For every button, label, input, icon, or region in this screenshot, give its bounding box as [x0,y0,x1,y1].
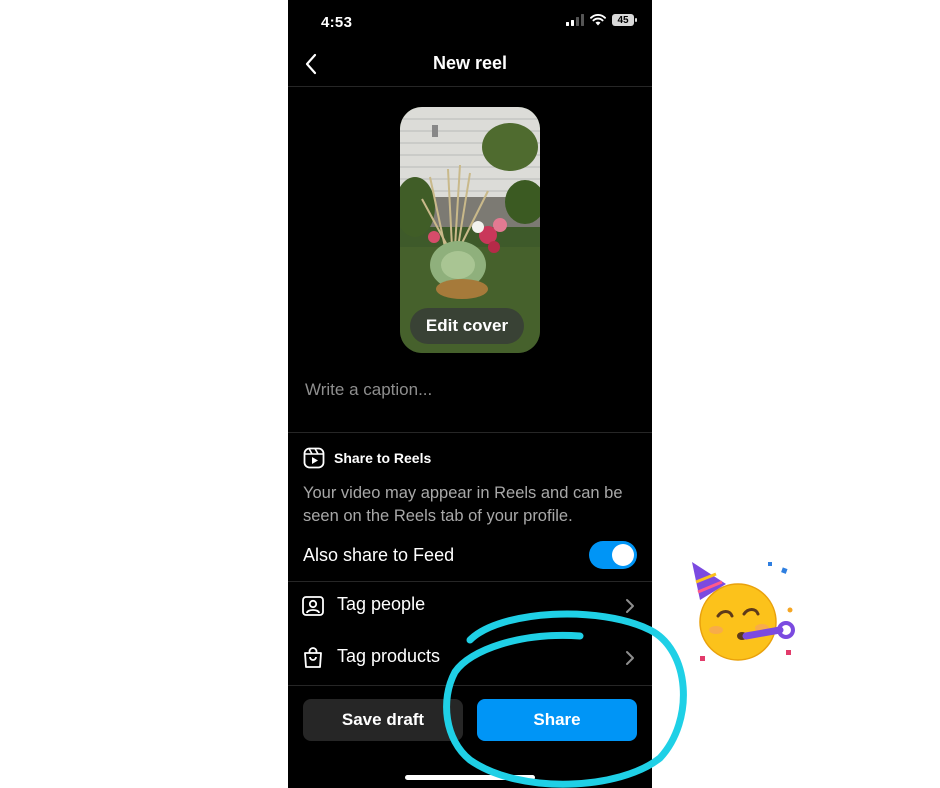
toggle-knob [612,544,634,566]
wifi-icon [590,14,606,26]
phone-screen: 4:53 45 New reel Edit cover Write a capt… [288,0,652,788]
caption-divider [288,432,652,433]
tag-products-row[interactable]: Tag products [288,633,652,683]
reels-icon [303,447,325,469]
share-button[interactable]: Share [477,699,637,741]
share-to-reels-label: Share to Reels [334,450,432,466]
tag-people-label: Tag people [337,594,426,614]
chevron-right-icon [626,651,634,665]
shopping-bag-icon [304,647,322,668]
save-draft-button[interactable]: Save draft [303,699,463,741]
caption-input[interactable]: Write a caption... [305,380,635,404]
home-indicator [405,775,535,780]
status-bar: 4:53 45 [288,0,652,44]
tag-people-row[interactable]: Tag people [288,581,652,631]
status-time: 4:53 [321,14,353,31]
page-title: New reel [432,53,508,73]
share-to-reels-heading: Share to Reels [303,447,431,469]
header-divider [288,86,652,87]
also-share-feed-toggle[interactable] [589,541,637,569]
battery-indicator: 45 [612,14,637,26]
tag-products-label: Tag products [337,646,441,666]
chevron-right-icon [626,599,634,613]
tag-people-icon [302,596,324,616]
signal-icon [566,14,584,26]
party-face-emoji-icon [692,562,795,661]
also-share-feed-label: Also share to Feed [303,545,455,565]
edit-cover-button[interactable]: Edit cover [410,308,524,344]
share-to-reels-description: Your video may appear in Reels and can b… [303,484,623,525]
header: New reel [288,44,652,84]
status-icons: 45 [566,14,637,26]
rows-divider [288,685,652,686]
